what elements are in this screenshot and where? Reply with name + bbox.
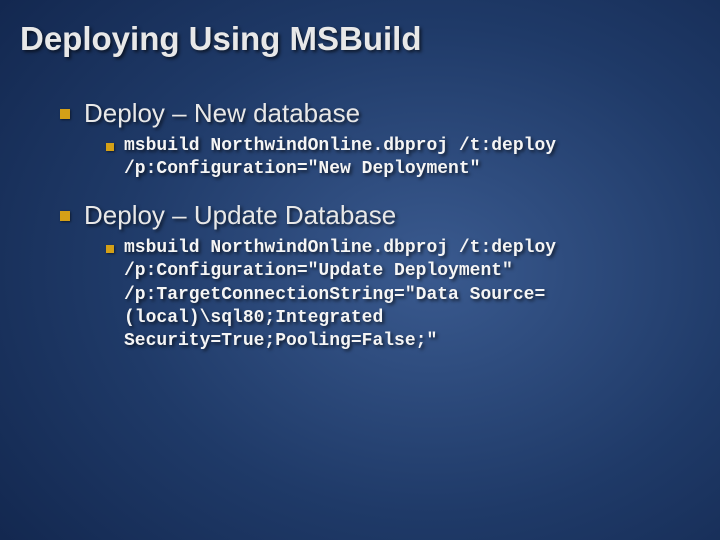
bullet-level2: msbuild NorthwindOnline.dbproj /t:deploy… xyxy=(106,135,666,182)
square-bullet-icon xyxy=(60,109,70,119)
square-bullet-icon xyxy=(106,245,114,253)
code-block: msbuild NorthwindOnline.dbproj /t:deploy… xyxy=(124,237,666,354)
section-heading: Deploy – New database xyxy=(84,98,360,129)
slide: Deploying Using MSBuild Deploy – New dat… xyxy=(0,0,720,540)
slide-title: Deploying Using MSBuild xyxy=(20,20,700,58)
code-block: msbuild NorthwindOnline.dbproj /t:deploy… xyxy=(124,135,666,182)
bullet-level2: msbuild NorthwindOnline.dbproj /t:deploy… xyxy=(106,237,666,354)
spacer xyxy=(20,190,700,200)
bullet-level1: Deploy – Update Database xyxy=(60,200,700,231)
bullet-level1: Deploy – New database xyxy=(60,98,700,129)
section-heading: Deploy – Update Database xyxy=(84,200,396,231)
square-bullet-icon xyxy=(60,211,70,221)
square-bullet-icon xyxy=(106,143,114,151)
